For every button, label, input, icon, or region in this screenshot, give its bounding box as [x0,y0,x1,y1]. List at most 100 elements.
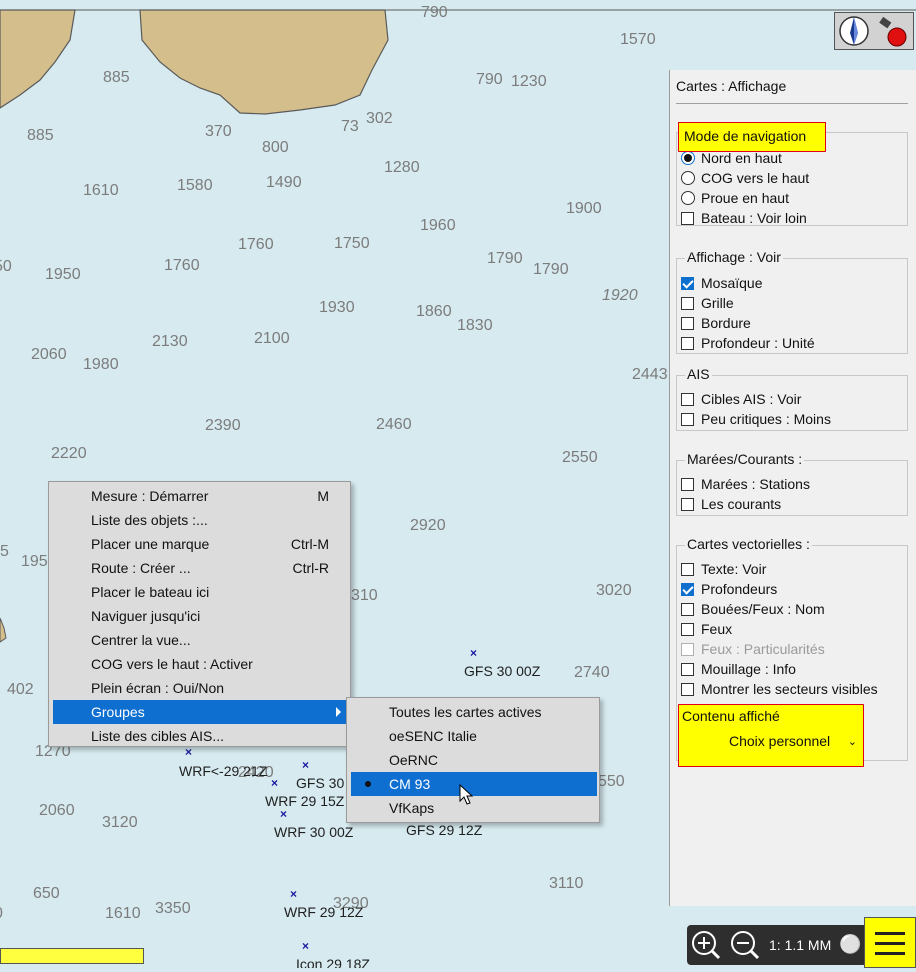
option-label: Feux : Particularités [701,641,825,657]
checkbox[interactable] [681,477,694,491]
menu-item-label: Route : Créer ... [91,560,191,576]
submenu-item-oernc[interactable]: OeRNC [351,748,597,772]
context-menu: Mesure : Démarrer M Liste des objets :..… [48,481,351,747]
menu-item-place-mark[interactable]: Placer une marque Ctrl-M [53,532,347,556]
checkbox-ais-targets[interactable]: Cibles AIS : Voir [681,389,801,409]
submenu-arrow-icon [336,707,341,717]
checkbox[interactable] [681,211,694,225]
depth-label: 1610 [83,182,119,199]
waypoint-label: WRF 29 12Z [284,904,364,920]
checkbox[interactable] [681,582,694,596]
submenu-item-all-charts[interactable]: Toutes les cartes actives [351,700,597,724]
menu-item-measure[interactable]: Mesure : Démarrer M [53,484,347,508]
depth-label: 1280 [384,159,420,176]
checkbox[interactable] [681,276,694,290]
submenu-item-label: OeRNC [389,752,439,768]
option-label: COG vers le haut [701,170,810,186]
menu-item-groups[interactable]: Groupes [53,700,347,724]
menu-item-shortcut: M [317,488,329,504]
checkbox-tide-stations[interactable]: Marées : Stations [681,474,810,494]
checkbox-mosaic[interactable]: Mosaïque [681,273,762,293]
depth-label: 73 [341,118,359,135]
radio-button[interactable] [681,191,695,205]
quilting-icon[interactable]: ⚪ [839,934,861,955]
depth-label: 550 [598,773,625,790]
checkbox[interactable] [681,602,694,616]
waypoint-marker[interactable]: × [302,758,309,772]
depth-label: 1610 [105,905,141,922]
depth-label: 1790 [533,261,569,278]
checkbox[interactable] [681,336,694,350]
menu-item-label: COG vers le haut : Activer [91,656,253,672]
zoom-out-icon[interactable] [731,931,760,960]
checkbox[interactable] [681,662,694,676]
checkbox-depth-unit[interactable]: Profondeur : Unité [681,333,815,353]
depth-label: 5 [0,543,9,560]
menu-item-cog-up[interactable]: COG vers le haut : Activer [53,652,347,676]
checkbox-visible-sectors[interactable]: Montrer les secteurs visibles [681,679,878,699]
menu-item-navigate-here[interactable]: Naviguer jusqu'ici [53,604,347,628]
waypoint-label: GFS 29 12Z [406,822,483,838]
checkbox[interactable] [681,392,694,406]
content-select[interactable]: Choix personnel ⌄ [725,729,861,753]
checkbox[interactable] [681,682,694,696]
checkbox-less-critical[interactable]: Peu critiques : Moins [681,409,831,429]
checkbox[interactable] [681,412,694,426]
checkbox[interactable] [681,622,694,636]
checkbox-buoy-names[interactable]: Bouées/Feux : Nom [681,599,825,619]
depth-label: 2220 [51,445,87,462]
group-label: Affichage : Voir [685,249,783,265]
submenu-item-oesenc-italie[interactable]: oeSENC Italie [351,724,597,748]
checkbox-currents[interactable]: Les courants [681,494,781,514]
depth-label: 2100 [254,330,290,347]
compass-status-widget[interactable] [834,12,914,50]
radio-button[interactable] [681,151,695,165]
menu-item-fullscreen[interactable]: Plein écran : Oui/Non [53,676,347,700]
checkbox[interactable] [681,296,694,310]
radio-button[interactable] [681,171,695,185]
checkbox-soundings[interactable]: Profondeurs [681,579,777,599]
menu-item-center-view[interactable]: Centrer la vue... [53,628,347,652]
depth-label: 370 [205,123,232,140]
depth-label: 1930 [319,299,355,316]
checkbox-grid[interactable]: Grille [681,293,734,313]
waypoint-label: WRF 30 00Z [274,824,354,840]
waypoint-marker[interactable]: × [470,646,477,660]
checkbox-look-ahead[interactable]: Bateau : Voir loin [681,208,807,228]
checkbox-lights[interactable]: Feux [681,619,732,639]
depth-label: 2550 [562,449,598,466]
checkbox[interactable] [681,316,694,330]
scale-label: 1: 1.1 MM [769,937,832,953]
checkbox[interactable] [681,497,694,511]
menu-item-object-list[interactable]: Liste des objets :... [53,508,347,532]
waypoint-marker[interactable]: × [302,939,309,953]
depth-label: 2390 [205,417,241,434]
depth-label: 50 [0,258,12,275]
checkbox-anchorage-info[interactable]: Mouillage : Info [681,659,796,679]
group-label: Cartes vectorielles : [685,536,812,552]
depth-label: 2740 [574,664,610,681]
depth-label: 1950 [45,266,81,283]
menu-item-place-boat[interactable]: Placer le bateau ici [53,580,347,604]
depth-label: 302 [366,110,393,127]
radio-cog-up[interactable]: COG vers le haut [681,168,809,188]
checkbox-text-show[interactable]: Texte: Voir [681,559,766,579]
menu-item-label: Placer le bateau ici [91,584,210,600]
waypoint-marker[interactable]: × [280,807,287,821]
depth-label: 885 [103,69,130,86]
menu-item-create-route[interactable]: Route : Créer ... Ctrl-R [53,556,347,580]
waypoint-marker[interactable]: × [290,887,297,901]
checkbox-border[interactable]: Bordure [681,313,751,333]
checkbox[interactable] [681,562,694,576]
menu-item-label: Mesure : Démarrer [91,488,209,504]
main-menu-button[interactable] [864,917,916,968]
zoom-in-icon[interactable] [692,931,721,960]
depth-label: 0 [0,905,3,923]
menu-item-label: Liste des cibles AIS... [91,728,225,744]
radio-head-up[interactable]: Proue en haut [681,188,789,208]
menu-item-ais-targets[interactable]: Liste des cibles AIS... [53,724,347,748]
depth-label: 650 [33,885,60,902]
option-label: Mouillage : Info [701,661,796,677]
waypoint-marker[interactable]: × [271,776,278,790]
option-label: Profondeurs [701,581,778,597]
